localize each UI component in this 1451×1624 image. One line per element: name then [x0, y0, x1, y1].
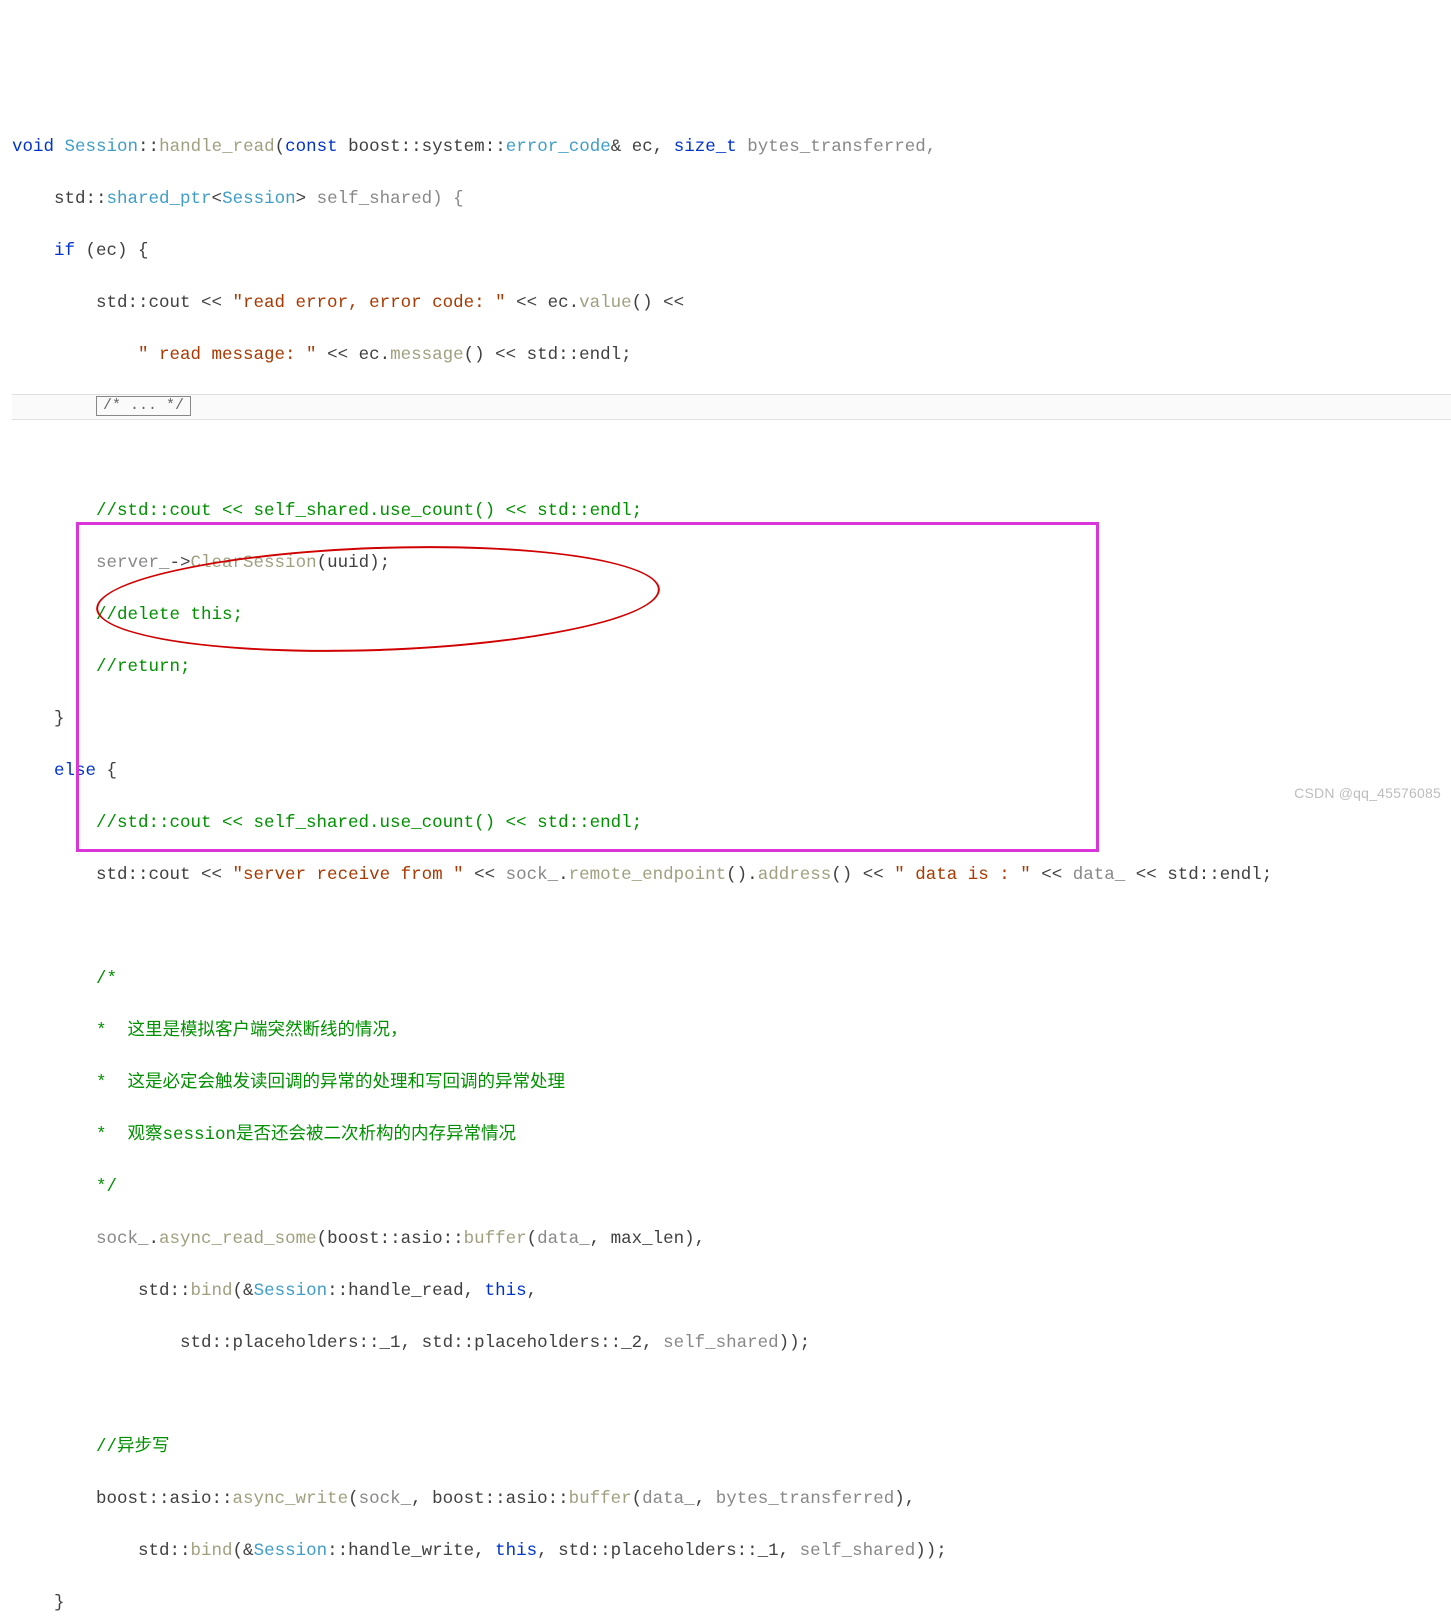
- type-session: Session: [222, 189, 296, 209]
- watermark: CSDN @qq_45576085: [1294, 780, 1441, 806]
- ident-self-shared: self_shared: [663, 1333, 779, 1353]
- kw-size-t: size_t: [674, 137, 737, 157]
- code-line: std::bind(&Session::handle_write, this, …: [12, 1538, 1451, 1564]
- string-literal: " data is : ": [894, 865, 1031, 885]
- fn-handle-read: handle_read: [159, 137, 275, 157]
- code-line: [12, 446, 1451, 472]
- comment: //std::cout << self_shared.use_count() <…: [12, 501, 642, 521]
- code-line-active: /* ... */: [12, 394, 1451, 420]
- string-literal: " read message: ": [138, 345, 317, 365]
- fn-address: address: [758, 865, 832, 885]
- comment: */: [12, 1177, 117, 1197]
- code-line: //std::cout << self_shared.use_count() <…: [12, 498, 1451, 524]
- ident-sock: sock_: [506, 865, 559, 885]
- code-line: std::placeholders::_1, std::placeholders…: [12, 1330, 1451, 1356]
- kw-this: this: [495, 1541, 537, 1561]
- comment: //return;: [12, 657, 191, 677]
- ident-sock: sock_: [359, 1489, 412, 1509]
- kw-else: else: [12, 761, 96, 781]
- tok-ec: & ec,: [611, 137, 674, 157]
- ns-boost: boost: [348, 137, 401, 157]
- ident-server: server_: [96, 553, 170, 573]
- code-line: std::cout << "server receive from " << s…: [12, 862, 1451, 888]
- code-line: [12, 914, 1451, 940]
- ident-bytes-transferred: bytes_transferred,: [737, 137, 937, 157]
- kw-void: void: [12, 137, 54, 157]
- comment: //delete this;: [12, 605, 243, 625]
- code-line: //return;: [12, 654, 1451, 680]
- ident-data: data_: [642, 1489, 695, 1509]
- comment: //std::cout << self_shared.use_count() <…: [12, 813, 642, 833]
- code-line: * 这里是模拟客户端突然断线的情况，: [12, 1018, 1451, 1044]
- ns-system: system: [422, 137, 485, 157]
- ident-sock: sock_: [96, 1229, 149, 1249]
- comment: * 观察session是否还会被二次析构的内存异常情况: [12, 1125, 516, 1145]
- code-line: std::shared_ptr<Session> self_shared) {: [12, 186, 1451, 212]
- comment: //异步写: [12, 1437, 170, 1457]
- code-line: if (ec) {: [12, 238, 1451, 264]
- brace-close: }: [12, 709, 65, 729]
- comment: * 这里是模拟客户端突然断线的情况，: [12, 1021, 408, 1041]
- ident-self-shared: self_shared) {: [317, 189, 464, 209]
- code-line: //delete this;: [12, 602, 1451, 628]
- code-line: }: [12, 706, 1451, 732]
- fold-box[interactable]: /* ... */: [96, 396, 191, 416]
- fn-async-read-some: async_read_some: [159, 1229, 317, 1249]
- ident-bytes-transferred: bytes_transferred: [716, 1489, 895, 1509]
- type-shared-ptr: shared_ptr: [107, 189, 212, 209]
- type-session: Session: [65, 137, 139, 157]
- fn-bind: bind: [191, 1281, 233, 1301]
- code-line: //std::cout << self_shared.use_count() <…: [12, 810, 1451, 836]
- kw-const: const: [285, 137, 338, 157]
- code-line: */: [12, 1174, 1451, 1200]
- fn-buffer: buffer: [464, 1229, 527, 1249]
- fn-async-write: async_write: [233, 1489, 349, 1509]
- code-line: boost::asio::async_write(sock_, boost::a…: [12, 1486, 1451, 1512]
- code-line: sock_.async_read_some(boost::asio::buffe…: [12, 1226, 1451, 1252]
- code-line: " read message: " << ec.message() << std…: [12, 342, 1451, 368]
- type-session: Session: [254, 1281, 328, 1301]
- fn-buffer: buffer: [569, 1489, 632, 1509]
- type-error-code: error_code: [506, 137, 611, 157]
- code-line: else {: [12, 758, 1451, 784]
- code-line: [12, 1382, 1451, 1408]
- brace-close: }: [12, 1593, 65, 1613]
- fn-clear-session: ClearSession: [191, 553, 317, 573]
- string-literal: "server receive from ": [233, 865, 464, 885]
- ident-data: data_: [537, 1229, 590, 1249]
- comment: /*: [12, 969, 117, 989]
- comment: * 这是必定会触发读回调的异常的处理和写回调的异常处理: [12, 1073, 565, 1093]
- fn-value: value: [579, 293, 632, 313]
- code-line: //异步写: [12, 1434, 1451, 1460]
- string-literal: "read error, error code: ": [233, 293, 506, 313]
- code-editor[interactable]: void Session::handle_read(const boost::s…: [0, 104, 1451, 1624]
- tok-std: std::: [12, 189, 107, 209]
- code-line: }: [12, 1590, 1451, 1616]
- code-line: /*: [12, 966, 1451, 992]
- code-line: server_->ClearSession(uuid);: [12, 550, 1451, 576]
- fn-bind: bind: [191, 1541, 233, 1561]
- kw-if: if: [12, 241, 75, 261]
- code-line: std::bind(&Session::handle_read, this,: [12, 1278, 1451, 1304]
- type-session: Session: [254, 1541, 328, 1561]
- code-line: * 观察session是否还会被二次析构的内存异常情况: [12, 1122, 1451, 1148]
- code-line: * 这是必定会触发读回调的异常的处理和写回调的异常处理: [12, 1070, 1451, 1096]
- fn-remote-endpoint: remote_endpoint: [569, 865, 727, 885]
- ident-self-shared: self_shared: [800, 1541, 916, 1561]
- code-line: std::cout << "read error, error code: " …: [12, 290, 1451, 316]
- fn-message: message: [390, 345, 464, 365]
- code-line: void Session::handle_read(const boost::s…: [12, 134, 1451, 160]
- ident-data: data_: [1073, 865, 1126, 885]
- kw-this: this: [485, 1281, 527, 1301]
